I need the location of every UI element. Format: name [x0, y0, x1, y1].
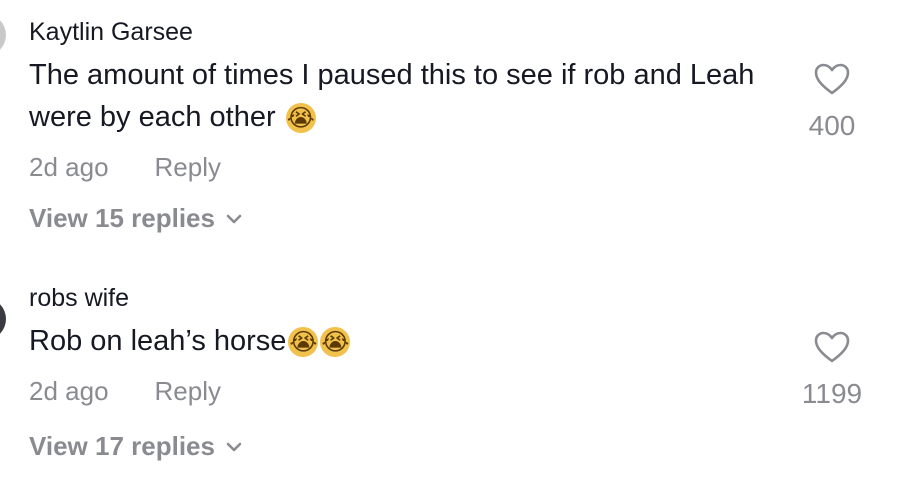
comment-username[interactable]: robs wife	[29, 284, 129, 313]
view-replies-label: View 17 replies	[29, 431, 215, 461]
like-group: 400	[792, 62, 872, 142]
comment-item: Kaytlin Garsee The amount of times I pau…	[0, 0, 900, 250]
comment-text: The amount of times I paused this to see…	[29, 54, 809, 138]
reply-button[interactable]: Reply	[155, 376, 221, 407]
comment-meta: 2d ago Reply	[29, 376, 221, 407]
heart-outline-icon[interactable]	[813, 330, 851, 364]
chevron-down-icon	[226, 442, 242, 451]
comment-timestamp: 2d ago	[29, 376, 109, 406]
reply-button[interactable]: Reply	[155, 152, 221, 183]
chevron-down-icon	[226, 214, 242, 223]
comment-item: robs wife Rob on leah’s horse 😭 😭 2d ago R…	[0, 250, 900, 502]
view-replies-button[interactable]: View 15 replies	[29, 203, 243, 234]
view-replies-label: View 15 replies	[29, 203, 215, 233]
like-group: 1199	[792, 330, 872, 410]
avatar[interactable]	[0, 298, 6, 340]
like-count: 1199	[801, 378, 863, 409]
comment-text-content: The amount of times I paused this to see…	[29, 59, 755, 133]
heart-outline-icon[interactable]	[813, 62, 851, 96]
like-count: 400	[808, 110, 856, 141]
comment-username[interactable]: Kaytlin Garsee	[29, 18, 193, 47]
view-replies-button[interactable]: View 17 replies	[29, 431, 243, 462]
loudly-crying-emoji-icon: 😭	[288, 327, 319, 358]
loudly-crying-emoji-icon: 😭	[285, 103, 316, 134]
avatar[interactable]	[0, 14, 6, 56]
comment-meta: 2d ago Reply	[29, 152, 221, 183]
comment-text-content: Rob on leah’s horse	[29, 325, 287, 357]
comment-timestamp: 2d ago	[29, 152, 109, 182]
loudly-crying-emoji-icon: 😭	[320, 327, 351, 358]
comment-text: Rob on leah’s horse 😭 😭	[29, 320, 809, 362]
